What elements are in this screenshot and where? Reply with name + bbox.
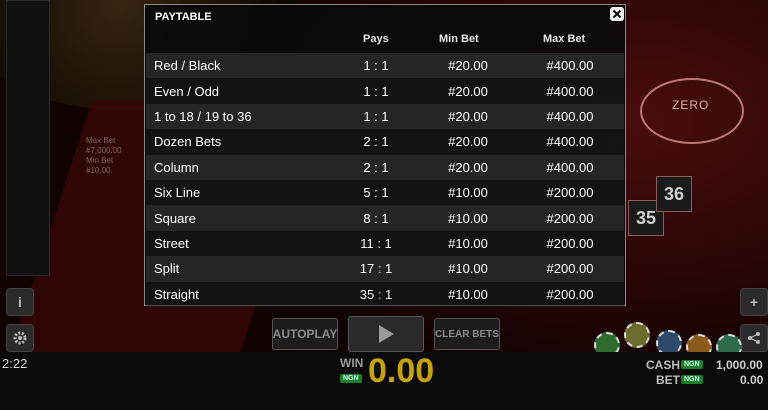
payout: 1 : 1 <box>363 83 389 99</box>
autoplay-button[interactable]: AUTOPLAY <box>272 318 338 350</box>
min-bet: #20.00 <box>448 134 488 150</box>
payout: 2 : 1 <box>363 159 389 175</box>
table-row: Street 11 : 1 #10.00 #200.00 <box>146 230 624 257</box>
settings-button[interactable] <box>6 324 34 352</box>
max-bet-label: Max Bet <box>86 136 116 145</box>
bet-type: Dozen Bets <box>154 134 222 150</box>
min-bet: #20.00 <box>448 108 488 124</box>
play-icon <box>379 325 394 343</box>
bet-label: BET <box>656 373 680 387</box>
close-icon <box>612 9 622 19</box>
bet-type: Square <box>154 210 196 226</box>
payout: 11 : 1 <box>360 235 392 251</box>
max-bet-value: #7,000.00 <box>86 146 122 155</box>
cash-label: CASH <box>646 358 681 372</box>
table-row: Column 2 : 1 #20.00 #400.00 <box>146 154 624 180</box>
table-row: Even / Odd 1 : 1 #20.00 #400.00 <box>146 78 624 104</box>
max-bet: #400.00 <box>546 108 594 124</box>
min-bet: #10.00 <box>448 235 488 251</box>
column-header-max-bet: Max Bet <box>543 33 586 45</box>
share-icon <box>748 332 760 344</box>
min-bet: #10.00 <box>448 261 488 277</box>
payout: 17 : 1 <box>359 261 393 277</box>
add-button[interactable]: + <box>740 288 768 316</box>
table-limits: Max Bet #7,000.00 Min Bet #10.00 <box>86 136 122 176</box>
bet-type: Six Line <box>154 185 201 201</box>
max-bet: #200.00 <box>546 210 594 226</box>
chip[interactable] <box>624 322 650 348</box>
payout: 8 : 1 <box>363 210 389 226</box>
plus-icon: + <box>749 294 759 310</box>
bet-type: Street <box>154 235 189 251</box>
bet-type: 1 to 18 / 19 to 36 <box>154 108 252 124</box>
column-header-pays: Pays <box>363 33 389 45</box>
max-bet: #400.00 <box>546 83 594 99</box>
max-bet: #400.00 <box>546 58 594 74</box>
info-icon: i <box>18 294 22 310</box>
max-bet: #400.00 <box>546 159 594 175</box>
column-header-min-bet: Min Bet <box>439 33 479 45</box>
payout: 1 : 1 <box>363 58 389 74</box>
currency-tag: NGN <box>681 360 703 369</box>
table-row: 1 to 18 / 19 to 36 1 : 1 #20.00 #400.00 <box>146 103 624 130</box>
payout: 2 : 1 <box>363 134 389 150</box>
info-button[interactable]: i <box>6 288 34 316</box>
share-button[interactable] <box>740 324 768 352</box>
min-bet: #10.00 <box>448 210 488 226</box>
cash-value: 1,000.00 <box>716 358 763 372</box>
paytable-rows: Red / Black 1 : 1 #20.00 #400.00 Even / … <box>146 53 624 307</box>
max-bet: #400.00 <box>546 134 594 150</box>
min-bet-label: Min Bet <box>86 156 114 165</box>
currency-tag: NGN <box>340 374 362 383</box>
min-bet: #10.00 <box>448 286 488 302</box>
payout: 1 : 1 <box>363 108 389 124</box>
max-bet: #200.00 <box>546 286 594 302</box>
close-button[interactable] <box>610 7 624 21</box>
max-bet: #200.00 <box>546 235 594 251</box>
clock: 2:22 <box>2 356 28 371</box>
max-bet: #200.00 <box>546 261 594 277</box>
zero-label: ZERO <box>672 98 710 112</box>
bet-type: Split <box>154 261 180 277</box>
min-bet: #10.00 <box>448 185 488 201</box>
number-cell-36: 36 <box>656 176 692 212</box>
bet-value: 0.00 <box>740 373 764 387</box>
paytable-dialog: PAYTABLE Pays Min Bet Max Bet Red / Blac… <box>144 4 626 307</box>
bet-type: Red / Black <box>154 58 221 74</box>
currency-tag: NGN <box>681 375 703 384</box>
paytable-title: PAYTABLE <box>155 11 212 23</box>
table-row: Red / Black 1 : 1 #20.00 #400.00 <box>146 53 624 79</box>
spin-button[interactable] <box>348 316 424 352</box>
left-rail-panel <box>6 0 50 276</box>
win-label: WIN <box>340 356 364 370</box>
bet-type: Column <box>154 159 199 175</box>
min-bet: #20.00 <box>448 83 488 99</box>
min-bet: #20.00 <box>448 159 488 175</box>
min-bet: #20.00 <box>448 58 488 74</box>
table-row: Dozen Bets 2 : 1 #20.00 #400.00 <box>146 129 624 155</box>
bet-type: Even / Odd <box>154 83 220 99</box>
clear-bets-button[interactable]: CLEAR BETS <box>434 318 500 350</box>
payout: 5 : 1 <box>363 185 389 201</box>
payout: 35 : 1 <box>359 286 393 302</box>
bet-type: Straight <box>154 286 199 302</box>
table-row: Straight 35 : 1 #10.00 #200.00 <box>146 281 624 307</box>
table-row: Split 17 : 1 #10.00 #200.00 <box>146 256 624 282</box>
min-bet-value: #10.00 <box>86 166 111 175</box>
gear-icon <box>13 331 27 345</box>
win-value: 0.00 <box>368 352 435 390</box>
table-row: Six Line 5 : 1 #10.00 #200.00 <box>146 179 624 206</box>
max-bet: #200.00 <box>546 185 594 201</box>
table-row: Square 8 : 1 #10.00 #200.00 <box>146 205 624 231</box>
